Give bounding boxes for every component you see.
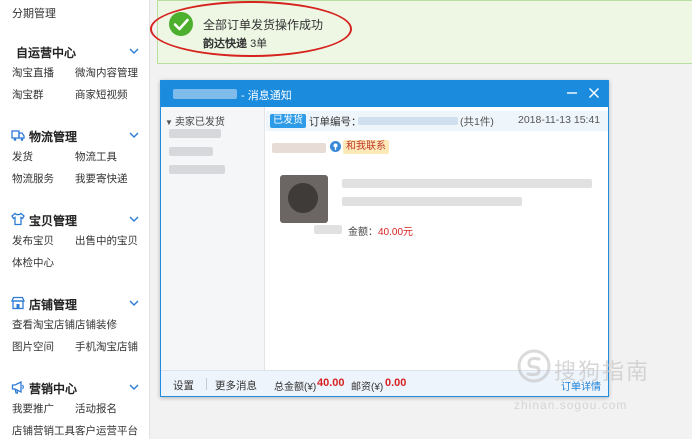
sidebar-link-row: 查看淘宝店铺 店铺装修 (0, 314, 150, 336)
sogou-logo-icon (516, 348, 552, 384)
annotation-highlight-ellipse (150, 1, 352, 57)
blurred-account-name (173, 89, 237, 99)
truck-icon (11, 128, 25, 142)
sidebar-item-ship[interactable]: 发货 (12, 149, 33, 164)
window-title: - 消息通知 (241, 90, 292, 102)
store-icon (11, 296, 25, 310)
sidebar-item-logistics-service[interactable]: 物流服务 (12, 171, 54, 186)
order-number-label: 订单编号： (309, 116, 362, 128)
message-category-list: ▼ 卖家已发货 (161, 107, 265, 370)
total-amount-value: 40.00 (317, 377, 345, 389)
sidebar-link-row: 体检中心 (0, 252, 150, 274)
sidebar-section-header[interactable]: 营销中心 (0, 378, 150, 398)
watermark-url: zhinan.sogou.com (514, 398, 628, 412)
sidebar-section-title: 宝贝管理 (29, 214, 78, 228)
message-detail-pane: 已发货 订单编号： (共1件) 2018-11-13 15:41 和我联系 金额… (266, 107, 608, 370)
shirt-icon (11, 212, 25, 226)
chevron-down-icon[interactable] (128, 45, 140, 57)
category-label: 卖家已发货 (174, 117, 225, 128)
sidebar-item-image-space[interactable]: 图片空间 (12, 339, 54, 354)
blurred-list-item[interactable] (169, 129, 221, 138)
sidebar-link-row: 发货 物流工具 (0, 146, 150, 168)
sidebar-section-header[interactable]: 店铺管理 (0, 294, 150, 314)
sidebar-item-promote[interactable]: 我要推广 (12, 401, 54, 416)
sidebar-item-taobao-live[interactable]: 淘宝直播 (12, 65, 54, 80)
sidebar-link-row: 发布宝贝 出售中的宝贝 (0, 230, 150, 252)
sidebar-item-health-check[interactable]: 体检中心 (12, 255, 54, 270)
amount-line: 金额：40.00元 (348, 223, 413, 238)
sidebar-item-items-on-sale[interactable]: 出售中的宝贝 (75, 233, 138, 248)
blurred-list-item[interactable] (169, 147, 213, 156)
chevron-down-icon[interactable] (128, 129, 140, 141)
sidebar-link-row: 图片空间 手机淘宝店铺 (0, 336, 150, 358)
footer-divider (206, 378, 207, 390)
window-title-bar[interactable]: - 消息通知 (161, 81, 608, 107)
minimize-icon[interactable] (565, 85, 579, 101)
sidebar-item-publish-item[interactable]: 发布宝贝 (12, 233, 54, 248)
watermark-text: 搜狗指南 (554, 360, 651, 385)
product-thumbnail[interactable] (280, 175, 328, 223)
triangle-down-icon: ▼ (165, 118, 173, 127)
sidebar-section-store: 店铺管理 查看淘宝店铺 店铺装修 图片空间 手机淘宝店铺 (0, 294, 150, 358)
sidebar-section-title: 店铺管理 (29, 298, 78, 312)
blurred-product-title[interactable] (342, 179, 592, 188)
close-icon[interactable] (587, 85, 601, 101)
sidebar-item-event-signup[interactable]: 活动报名 (75, 401, 117, 416)
sidebar-item-installment[interactable]: 分期管理 (12, 5, 56, 21)
blurred-order-number (358, 117, 458, 125)
sidebar-item-marketing-tools[interactable]: 店铺营销工具 (12, 423, 75, 438)
sidebar-section-title: 物流管理 (29, 130, 78, 144)
blurred-buyer-name (272, 143, 326, 153)
sidebar-section-header[interactable]: 宝贝管理 (0, 210, 150, 230)
sidebar-item-customer-platform[interactable]: 客户运营平台 (75, 423, 138, 438)
seller-sidebar: 分期管理 自运营中心 淘宝直播 微淘内容管理 淘宝群 商家短视频 物流管理 发货… (0, 0, 150, 439)
status-badge: 已发货 (270, 114, 306, 128)
blurred-list-item[interactable] (169, 165, 225, 174)
sidebar-section-items: 宝贝管理 发布宝贝 出售中的宝贝 体检中心 (0, 210, 150, 274)
sidebar-item-view-store[interactable]: 查看淘宝店铺 (12, 317, 75, 332)
contact-me-button[interactable]: 和我联系 (343, 140, 389, 154)
chevron-down-icon[interactable] (128, 381, 140, 393)
sidebar-item-store-decoration[interactable]: 店铺装修 (75, 317, 117, 332)
chat-icon (330, 141, 341, 152)
total-amount-label: 总金额(¥) (274, 382, 317, 393)
sidebar-section-header[interactable]: 自运营中心 (0, 42, 150, 62)
item-count: (共1件) (460, 116, 494, 128)
order-timestamp: 2018-11-13 15:41 (518, 114, 601, 126)
sidebar-item-short-video[interactable]: 商家短视频 (75, 87, 128, 102)
sidebar-link-row: 淘宝直播 微淘内容管理 (0, 62, 150, 84)
chevron-down-icon[interactable] (128, 213, 140, 225)
settings-link[interactable]: 设置 (173, 378, 194, 393)
sidebar-link-row: 物流服务 我要寄快递 (0, 168, 150, 190)
blurred-quantity (314, 225, 342, 234)
order-header: 已发货 订单编号： (共1件) 2018-11-13 15:41 (266, 111, 608, 131)
amount-label: 金额： (348, 227, 378, 238)
category-shipped[interactable]: ▼ 卖家已发货 (165, 113, 225, 128)
chevron-down-icon[interactable] (128, 297, 140, 309)
sidebar-link-row: 淘宝群 商家短视频 (0, 84, 150, 106)
sidebar-section-logistics: 物流管理 发货 物流工具 物流服务 我要寄快递 (0, 126, 150, 190)
shipping-fee-label: 邮资(¥) (351, 382, 384, 393)
sidebar-section-marketing: 营销中心 我要推广 活动报名 店铺营销工具 客户运营平台 (0, 378, 150, 439)
blurred-product-sku (342, 197, 522, 206)
sidebar-section-title: 营销中心 (29, 382, 78, 396)
sidebar-item-logistics-tools[interactable]: 物流工具 (75, 149, 117, 164)
sidebar-section-title: 自运营中心 (16, 46, 77, 60)
sidebar-section-self-operation: 自运营中心 淘宝直播 微淘内容管理 淘宝群 商家短视频 (0, 42, 150, 106)
product-image-content (288, 183, 318, 213)
sidebar-link-row: 店铺营销工具 客户运营平台 (0, 420, 150, 439)
sidebar-link-row: 我要推广 活动报名 (0, 398, 150, 420)
amount-value: 40.00元 (378, 227, 414, 238)
sidebar-item-send-express[interactable]: 我要寄快递 (75, 171, 128, 186)
shipping-fee-value: 0.00 (385, 377, 407, 389)
more-messages-link[interactable]: 更多消息 (215, 378, 257, 393)
sidebar-item-weitao-content[interactable]: 微淘内容管理 (75, 65, 138, 80)
sidebar-section-header[interactable]: 物流管理 (0, 126, 150, 146)
megaphone-icon (11, 380, 25, 394)
sidebar-item-taobao-group[interactable]: 淘宝群 (12, 87, 44, 102)
sidebar-item-mobile-store[interactable]: 手机淘宝店铺 (75, 339, 138, 354)
